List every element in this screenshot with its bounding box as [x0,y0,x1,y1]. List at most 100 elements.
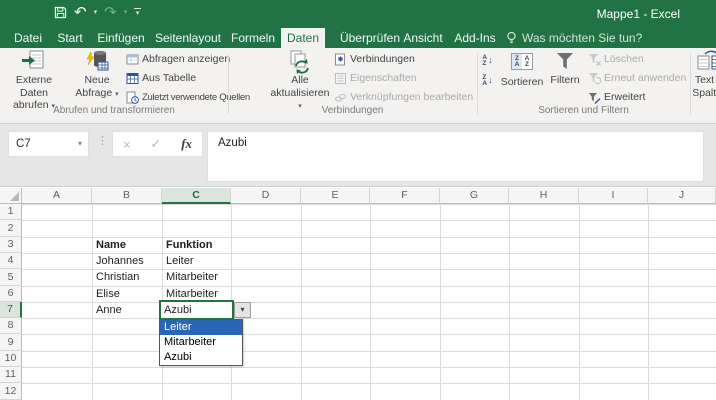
enter-icon: ✓ [150,136,162,151]
filter-icon [554,52,576,71]
column-header-C[interactable]: C [162,188,231,204]
in-cell-dropdown-button[interactable]: ▾ [234,302,251,318]
row-header-4[interactable]: 4 [0,253,22,269]
tell-me-box[interactable]: Was möchten Sie tun? [522,28,642,48]
select-all-triangle-icon [10,192,19,201]
filtern-button[interactable]: Filtern [545,50,585,87]
redo-dropdown-icon: ▾ [123,9,128,16]
alle-aktualisieren-button[interactable]: Alle aktualisieren ▾ [268,50,332,114]
formula-bar-splitter-icon[interactable]: ⋮ [97,134,108,147]
cell-B3[interactable]: Name [96,238,126,253]
undo-icon[interactable]: ↶ [74,5,87,20]
gridline [22,220,716,221]
neue-abfrage-button[interactable]: Neue Abfrage ▾ [70,50,124,101]
erweitert-button[interactable]: Erweitert [588,89,645,105]
gridline [22,204,716,205]
cell-C5[interactable]: Mitarbeiter [166,270,218,285]
column-header-E[interactable]: E [301,188,370,204]
cell-B6[interactable]: Elise [96,287,120,302]
loeschen-button: Löschen [588,51,644,67]
text-in-spalten-button[interactable]: Text in Spalten [688,50,716,99]
cell-B4[interactable]: Johannes [96,254,144,269]
name-box-caret-icon[interactable]: ▾ [78,132,82,156]
new-query-icon [84,50,110,74]
row-header-3[interactable]: 3 [0,237,22,253]
sortieren-button[interactable]: ZA AZ Sortieren [499,50,545,89]
sort-az-button[interactable]: AZ ↓ [479,52,496,69]
validation-dropdown-list: Leiter Mitarbeiter Azubi [159,319,243,366]
connections-icon [334,53,347,66]
abfragen-anzeigen-button[interactable]: Abfragen anzeigen [126,51,230,67]
cell-B7[interactable]: Anne [96,303,122,318]
column-header-D[interactable]: D [231,188,301,204]
row-header-6[interactable]: 6 [0,286,22,302]
row-header-8[interactable]: 8 [0,318,22,334]
active-cell-C7[interactable]: Azubi [159,300,234,320]
column-header-I[interactable]: I [579,188,648,204]
group-label-sortieren-filtern: Sortieren und Filtern [538,105,629,116]
dropdown-item-azubi[interactable]: Azubi [160,350,242,365]
gridline [22,351,716,352]
eigenschaften-button: Eigenschaften [334,70,417,86]
row-header-5[interactable]: 5 [0,269,22,286]
row-header-10[interactable]: 10 [0,351,22,367]
sort-za-button[interactable]: ZA ↓ [479,72,496,89]
column-header-F[interactable]: F [370,188,440,204]
verbindungen-button[interactable]: Verbindungen [334,51,415,67]
zuletzt-verwendete-quellen-button[interactable]: Zuletzt verwendete Quellen [126,89,250,105]
formula-bar: C7 ▾ ⋮ × ✓ fx Azubi [0,124,716,186]
group-label-abrufen: Abrufen und transformieren [53,105,175,116]
tab-formeln[interactable]: Formeln [228,28,278,48]
row-header-2[interactable]: 2 [0,220,22,237]
row-header-12[interactable]: 12 [0,383,22,400]
tab-add-ins[interactable]: Add-Ins [450,28,500,48]
from-table-icon [126,72,139,85]
sort-down-arrow-icon: ↓ [488,75,493,85]
column-header-H[interactable]: H [509,188,579,204]
row-header-7[interactable]: 7 [0,302,22,318]
text-to-columns-icon [697,50,716,74]
edit-links-icon [334,91,347,104]
tab--berpr-fen[interactable]: Überprüfen [336,28,404,48]
gridline [22,302,716,303]
column-header-J[interactable]: J [648,188,716,204]
tab-daten[interactable]: Daten [281,28,325,48]
clear-filter-icon [588,53,601,66]
tab-einf-gen[interactable]: Einfügen [94,28,148,48]
tab-seitenlayout[interactable]: Seitenlayout [152,28,224,48]
insert-function-icon[interactable]: fx [181,136,192,152]
customize-qat-icon[interactable]: ▾ [134,8,142,17]
externe-daten-abrufen-button[interactable]: Externe Daten abrufen ▾ [2,50,66,114]
column-header-A[interactable]: A [22,188,92,204]
tab-start[interactable]: Start [50,28,90,48]
worksheet-grid: ABCDEFGHIJ 1 2 3 4 5 6 7 8 9 10 11 12 Name Funktion J… [0,186,716,400]
dropdown-caret-icon: ▾ [115,90,119,98]
dropdown-item-leiter[interactable]: Leiter [160,320,242,335]
cell-C3[interactable]: Funktion [166,238,212,253]
row-header-11[interactable]: 11 [0,367,22,383]
show-queries-icon [126,53,139,66]
cell-B5[interactable]: Christian [96,270,139,285]
name-box[interactable]: C7 ▾ [8,131,89,157]
formula-input[interactable]: Azubi [207,131,704,182]
column-header-G[interactable]: G [440,188,509,204]
row-header-1[interactable]: 1 [0,204,22,220]
dropdown-item-mitarbeiter[interactable]: Mitarbeiter [160,335,242,350]
row-header-9[interactable]: 9 [0,334,22,351]
gridline [22,237,716,238]
redo-icon[interactable]: ↷ [104,5,117,20]
select-all-corner[interactable] [0,188,22,204]
tab-datei[interactable]: Datei [6,28,50,48]
tab-ansicht[interactable]: Ansicht [398,28,448,48]
column-header-B[interactable]: B [92,188,162,204]
cell-C4[interactable]: Leiter [166,254,194,269]
undo-dropdown-icon[interactable]: ▾ [94,9,98,16]
formula-buttons: × ✓ fx [112,131,203,157]
save-icon[interactable] [54,6,67,19]
sort-dialog-icon: ZA AZ [511,53,533,70]
recent-sources-icon [126,91,139,104]
aus-tabelle-button[interactable]: Aus Tabelle [126,70,196,86]
tell-me-lightbulb-icon [505,31,518,45]
cancel-icon: × [122,136,131,152]
sort-down-arrow-icon: ↓ [488,55,493,65]
